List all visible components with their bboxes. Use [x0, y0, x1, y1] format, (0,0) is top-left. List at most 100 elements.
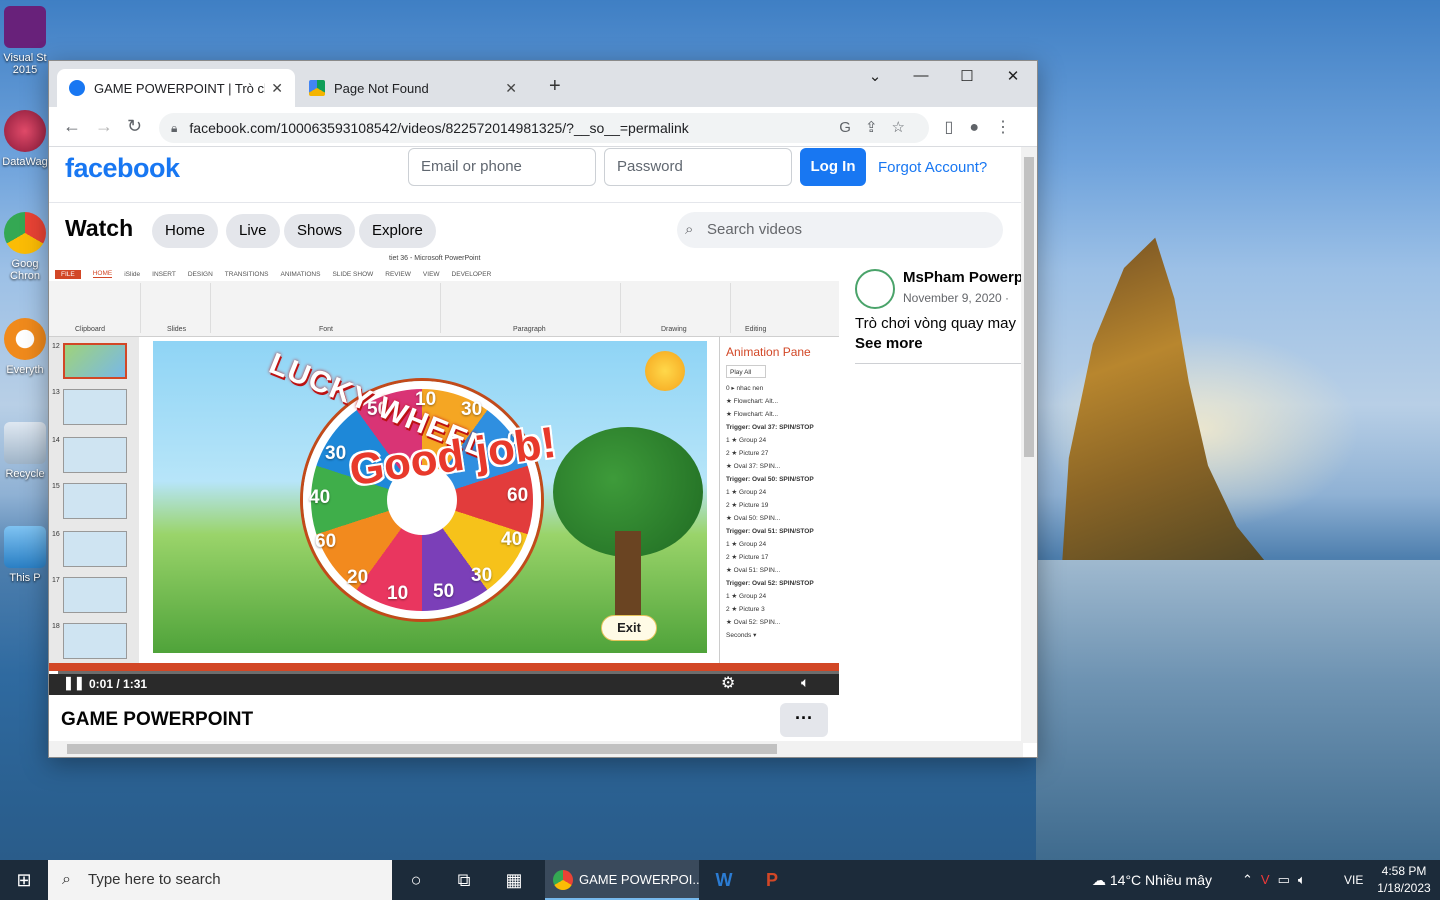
slide-number: 12	[52, 343, 60, 350]
maximize-button[interactable]: ☐	[947, 67, 987, 85]
app-icon[interactable]: ▦	[490, 860, 538, 900]
address-bar[interactable]: 🔒︎ facebook.com/100063593108542/videos/8…	[159, 113, 929, 143]
watch-nav-live[interactable]: Live	[226, 214, 280, 248]
profile-icon[interactable]: ●	[969, 119, 995, 136]
browser-window: GAME POWERPOINT | Trò chơi v ✕ Page Not …	[48, 60, 1038, 758]
slide-thumbnail	[63, 623, 127, 659]
animation-seconds-row: Seconds ▾	[726, 632, 757, 639]
powerpoint-statusbar	[49, 663, 839, 671]
menu-kebab-icon[interactable]: ⋮	[995, 119, 1027, 136]
address-bar-row: ← → ↻ 🔒︎ facebook.com/100063593108542/vi…	[49, 107, 1037, 147]
chevron-up-icon[interactable]: ⌃	[1242, 872, 1261, 887]
wheel-number: 50	[433, 581, 455, 602]
desktop-icon-recycle-bin[interactable]: Recycle	[0, 422, 50, 480]
volume-icon[interactable]: 🔈︎	[1298, 872, 1314, 887]
play-all-button: Play All	[726, 365, 766, 378]
ribbon-group-label: Paragraph	[513, 326, 546, 333]
facebook-logo[interactable]: facebook	[65, 153, 180, 184]
back-icon[interactable]: ←	[63, 116, 81, 137]
weather-widget[interactable]: ☁ 14°C Nhiều mây	[1092, 860, 1212, 900]
taskbar-clock[interactable]: 4:58 PM 1/18/2023	[1372, 863, 1436, 897]
share-icon[interactable]: ⇪	[865, 119, 892, 136]
password-field[interactable]: Password	[604, 148, 792, 186]
email-field[interactable]: Email or phone	[408, 148, 596, 186]
channel-avatar[interactable]	[855, 269, 895, 309]
animation-trigger-row: Trigger: Oval 50: SPIN/STOP	[726, 476, 814, 483]
post-date[interactable]: November 9, 2020 ·	[903, 291, 1009, 305]
watch-nav-home[interactable]: Home	[152, 214, 219, 248]
omnibox-actions: G⇪☆	[839, 118, 919, 136]
wheel-number: 30	[471, 565, 493, 586]
forward-icon[interactable]: →	[95, 116, 113, 137]
close-tab-icon[interactable]: ✕	[505, 80, 517, 97]
animation-pane-title: Animation Pane	[726, 345, 811, 359]
task-view-icon[interactable]: ⧉	[440, 860, 488, 900]
taskbar-search-input[interactable]: ⌕ Type here to search	[48, 860, 392, 900]
watch-navbar: Watch Home Live Shows Explore ⌕ Search v…	[49, 203, 1021, 259]
watch-nav-shows[interactable]: Shows	[284, 214, 356, 248]
powerpoint-icon[interactable]: P	[748, 860, 796, 900]
desktop-icon-visual-studio[interactable]: Visual St 2015	[0, 6, 50, 76]
forgot-account-link[interactable]: Forgot Account?	[878, 159, 987, 176]
wheel-number: 20	[347, 567, 369, 588]
slide-number: 17	[52, 577, 60, 584]
reload-icon[interactable]: ↻	[127, 116, 142, 137]
search-videos-input[interactable]: ⌕ Search videos	[677, 212, 1003, 248]
ppt-tab-insert: INSERT	[152, 270, 176, 278]
scrollbar-thumb[interactable]	[67, 744, 777, 754]
slide-thumbnail	[63, 343, 127, 379]
chrome-icon	[553, 870, 573, 890]
ppt-tab-design: DESIGN	[187, 270, 213, 278]
volume-icon[interactable]: 🔈︎	[801, 674, 809, 691]
slide-number: 18	[52, 623, 60, 630]
video-time: 0:01 / 1:31	[89, 677, 148, 691]
watch-title: Watch	[65, 215, 134, 241]
powerpoint-window-title: tiet 36 - Microsoft PowerPoint	[389, 255, 481, 262]
tab-game-powerpoint[interactable]: GAME POWERPOINT | Trò chơi v ✕	[57, 69, 295, 107]
taskbar-chrome-app[interactable]: GAME POWERPOI...	[545, 860, 699, 900]
powerpoint-titlebar: tiet 36 - Microsoft PowerPoint	[49, 253, 839, 267]
settings-gear-icon[interactable]: ⚙	[721, 673, 735, 693]
desktop-icon-everything[interactable]: Everyth	[0, 318, 50, 376]
watch-nav-explore[interactable]: Explore	[359, 214, 436, 248]
wheel-number: 40	[501, 529, 523, 550]
ribbon-group-paragraph: Paragraph	[441, 283, 621, 333]
new-tab-button[interactable]: +	[549, 75, 561, 98]
ppt-tab-slideshow: SLIDE SHOW	[332, 270, 374, 278]
tab-page-not-found[interactable]: Page Not Found ✕	[297, 69, 529, 107]
pause-icon[interactable]: ❚❚	[63, 675, 85, 691]
desktop-icon-this-pc[interactable]: This P	[0, 526, 50, 584]
horizontal-scrollbar[interactable]	[49, 741, 1023, 757]
animation-pane: Animation Pane Play All 0 ▸ nhac nen ★ F…	[719, 337, 839, 663]
tab-search-icon[interactable]: ⌄	[855, 67, 895, 85]
word-icon[interactable]: W	[700, 860, 748, 900]
animation-trigger-row: Trigger: Oval 52: SPIN/STOP	[726, 580, 814, 587]
bookmark-star-icon[interactable]: ☆	[892, 119, 919, 136]
desktop-icon-datawag[interactable]: DataWag	[0, 110, 50, 168]
cortana-icon[interactable]: ○	[392, 860, 440, 900]
lock-icon[interactable]: 🔒︎	[171, 121, 177, 136]
video-player[interactable]: tiet 36 - Microsoft PowerPoint FILE HOME…	[49, 253, 839, 695]
vivaldi-icon[interactable]: V	[1261, 872, 1278, 887]
vertical-scrollbar[interactable]	[1021, 147, 1037, 743]
close-window-button[interactable]: ✕	[993, 67, 1033, 85]
minimize-button[interactable]: —	[901, 67, 941, 84]
cloud-icon: ☁	[1092, 872, 1106, 888]
more-options-button[interactable]: ···	[780, 703, 828, 737]
animation-row: ★ Oval 52: SPIN...	[726, 619, 781, 626]
slide-number: 14	[52, 437, 60, 444]
google-lens-icon[interactable]: G	[839, 119, 865, 136]
sun-icon	[645, 351, 685, 391]
see-more-link[interactable]: See more	[855, 335, 923, 352]
side-panel-icon[interactable]: ▯	[945, 119, 970, 136]
network-icon[interactable]: ▭	[1278, 872, 1298, 887]
channel-name[interactable]: MsPham Powerpc	[903, 269, 1021, 286]
scrollbar-thumb[interactable]	[1024, 157, 1034, 457]
animation-row: ★ Oval 37: SPIN...	[726, 463, 781, 470]
close-tab-icon[interactable]: ✕	[271, 80, 283, 97]
ribbon-group-clipboard: Clipboard	[49, 283, 141, 333]
language-indicator[interactable]: VIE	[1344, 860, 1363, 900]
login-button[interactable]: Log In	[800, 148, 866, 186]
desktop-icon-chrome[interactable]: Goog Chron	[0, 212, 50, 282]
windows-start-icon[interactable]: ⊞	[0, 860, 48, 900]
